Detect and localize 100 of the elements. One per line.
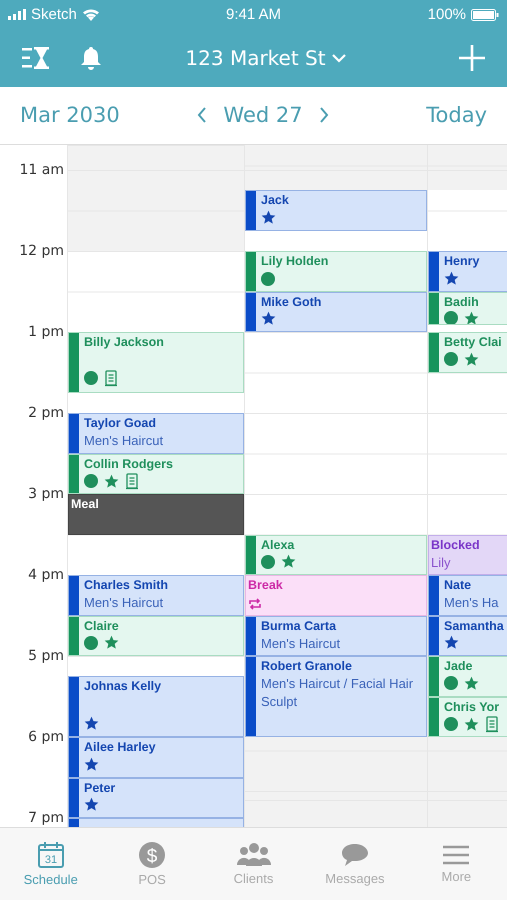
client-name: Break — [248, 578, 283, 592]
status-stripe — [429, 657, 439, 696]
appointment-card[interactable]: Peter — [68, 778, 244, 818]
scroll-icon — [104, 370, 118, 387]
appointment-card[interactable]: Mike Goth — [245, 292, 427, 332]
bell-icon[interactable] — [80, 46, 102, 70]
appointment-card[interactable]: Jade — [428, 656, 507, 696]
chevron-down-icon[interactable] — [332, 54, 346, 63]
service-name: Men's Haircut — [84, 432, 164, 450]
appointment-card[interactable]: Taylor Goad Men's Haircut — [68, 413, 244, 454]
client-name: Billy Jackson — [84, 335, 164, 349]
client-name: Alexa — [261, 538, 296, 552]
dot-icon — [444, 352, 458, 366]
repeat-icon — [248, 598, 262, 610]
chevron-right-icon[interactable] — [318, 107, 329, 124]
status-stripe — [429, 698, 439, 736]
service-name: Men's Haircut — [84, 594, 164, 612]
status-stripe — [429, 333, 439, 372]
star-icon — [281, 554, 296, 569]
client-name: Johnas Kelly — [84, 679, 162, 694]
appointment-card[interactable]: Burma Carta Men's Haircut — [245, 616, 427, 656]
tab-bar-item[interactable]: Messages — [304, 828, 406, 900]
client-name: Ailee Harley — [84, 740, 156, 754]
star-icon — [84, 716, 99, 731]
status-stripe — [429, 252, 439, 290]
service-name: Men's Haircut — [261, 634, 340, 652]
client-name: Jade — [444, 659, 474, 673]
star-icon — [464, 676, 479, 690]
hour-label: 7 pm — [27, 810, 64, 826]
star-icon — [104, 635, 119, 650]
wifi-icon — [82, 8, 100, 22]
status-stripe — [69, 677, 79, 736]
status-stripe — [246, 292, 256, 331]
status-stripe — [429, 576, 439, 614]
dollar-coin-icon: $ — [138, 841, 166, 869]
scroll-icon — [485, 716, 499, 732]
status-stripe — [246, 536, 256, 574]
day-label: Wed 27 — [223, 103, 303, 128]
client-name: Blocked — [431, 538, 480, 552]
battery-percent: 100% — [428, 6, 466, 24]
hourglass-list-icon[interactable] — [22, 46, 50, 70]
appointment-card[interactable]: Lily Holden — [245, 251, 427, 292]
hour-label: 6 pm — [27, 729, 64, 745]
appointment-card[interactable]: Blocked Lily — [428, 534, 507, 575]
tab-bar-item[interactable]: $ POS — [101, 828, 203, 900]
hour-label: 5 pm — [27, 648, 64, 664]
tab-bar-item[interactable]: 31 Schedule — [0, 828, 102, 900]
appointment-card[interactable]: Chris Yor — [428, 696, 507, 737]
client-name: Peter — [84, 780, 116, 794]
client-name: Collin Rodgers — [84, 456, 173, 470]
client-name: Burma Carta — [261, 618, 338, 632]
appointment-card[interactable]: Badih — [428, 292, 507, 326]
calendar-icon: 31 — [36, 841, 65, 869]
appointment-card[interactable]: Alexa — [245, 534, 427, 575]
add-icon[interactable] — [459, 45, 485, 72]
tab-bar-item[interactable]: More — [406, 828, 507, 900]
client-name: Robert Granole — [261, 659, 353, 673]
location-title[interactable]: 123 Market St — [185, 46, 326, 70]
star-icon — [444, 635, 459, 650]
tab-bar-item[interactable]: Clients — [202, 828, 304, 900]
battery-icon — [471, 8, 500, 21]
client-name: Henry — [444, 254, 480, 268]
dot-icon — [261, 554, 275, 568]
appointment-card[interactable]: Collin Rodgers — [68, 454, 244, 494]
service-name: Men's Haircut / Facial Hair Sculpt — [261, 675, 414, 711]
chevron-left-icon[interactable] — [197, 107, 208, 124]
dot-icon — [84, 474, 98, 488]
appointment-card[interactable]: Nate Men's Ha — [428, 575, 507, 616]
appointment-card[interactable]: Samantha — [428, 616, 507, 656]
status-stripe — [246, 252, 256, 290]
client-name: Charles Smith — [84, 578, 168, 592]
star-icon — [84, 756, 99, 772]
appointment-card[interactable]: Henry — [428, 251, 507, 292]
status-stripe — [69, 576, 79, 614]
appointment-card[interactable]: Betty Clai — [428, 332, 507, 372]
appointment-card[interactable]: Claire — [68, 616, 244, 656]
appointment-card[interactable]: Meal — [68, 494, 244, 534]
status-stripe — [69, 333, 79, 392]
client-name: Claire — [84, 618, 119, 632]
appointment-card[interactable]: Jack — [245, 190, 427, 231]
appointment-card[interactable]: Charles Smith Men's Haircut — [68, 575, 244, 616]
appointment-card[interactable]: Billy Jackson — [68, 332, 244, 393]
appointment-card[interactable]: Robert Granole Men's Haircut / Facial Hair Sculpt — [245, 656, 427, 737]
star-icon — [261, 311, 276, 326]
appointment-card[interactable]: Ailee Harley — [68, 737, 244, 778]
star-icon — [104, 474, 119, 488]
today-link[interactable]: Today — [426, 103, 487, 128]
star-icon — [261, 210, 276, 225]
client-name: Nate — [444, 578, 472, 592]
star-icon — [464, 310, 479, 324]
appointment-card[interactable]: Break — [245, 575, 427, 616]
status-stripe — [69, 778, 79, 817]
client-name: Mike Goth — [261, 294, 322, 308]
service-name: Men's Ha — [444, 594, 499, 612]
month-label[interactable]: Mar 2030 — [20, 103, 120, 128]
dot-icon — [84, 636, 98, 650]
service-name: Lily — [431, 554, 452, 572]
appointment-card[interactable]: Johnas Kelly — [68, 676, 244, 737]
client-name: Jack — [261, 193, 289, 208]
star-icon — [464, 716, 479, 732]
